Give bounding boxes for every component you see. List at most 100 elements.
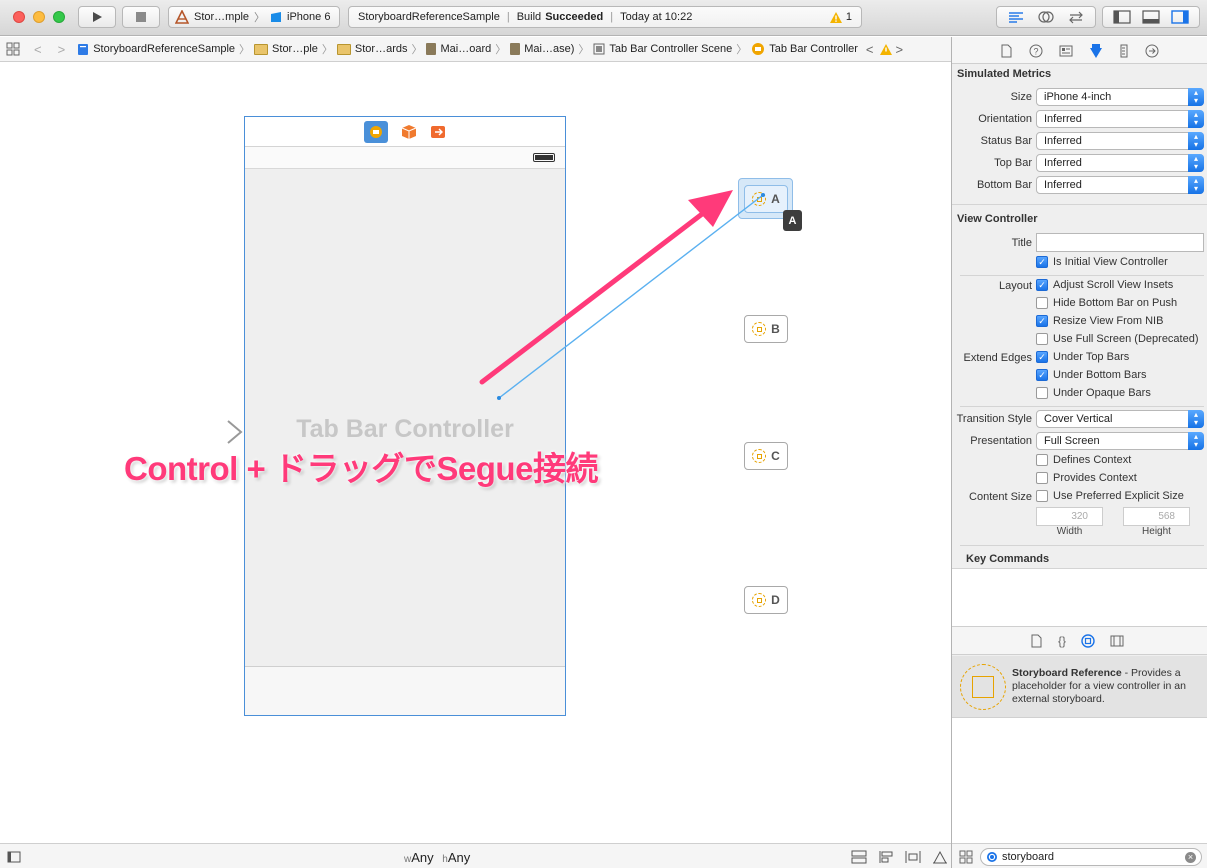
under-top-bars-checkbox[interactable]: ✓ Under Top Bars	[1036, 351, 1129, 363]
size-label: Size	[1010, 91, 1032, 103]
run-button[interactable]	[78, 6, 116, 28]
popup-chevron-icon: ▴ ▾	[1188, 154, 1204, 172]
grid-view-icon[interactable]	[959, 850, 973, 864]
popup-value: Cover Vertical	[1044, 413, 1113, 425]
breadcrumb-label: Tab Bar Controller Scene	[609, 43, 733, 55]
code-snippet-library-icon[interactable]: {}	[1058, 634, 1066, 648]
storyboard-canvas[interactable]: Tab Bar Controller A A B C D Control + ド…	[0, 62, 951, 843]
stop-icon	[136, 12, 146, 22]
breadcrumb-controller[interactable]: Tab Bar Controller	[751, 42, 858, 56]
stop-button[interactable]	[122, 6, 160, 28]
file-inspector-icon[interactable]	[1000, 44, 1013, 58]
orientation-popup[interactable]: Inferred ▴ ▾	[1036, 110, 1204, 128]
status-bar-popup[interactable]: Inferred ▴ ▾	[1036, 132, 1204, 150]
zoom-window-button[interactable]	[53, 11, 65, 23]
library-filter-field[interactable]: storyboard ×	[980, 848, 1202, 866]
layout-tools	[851, 850, 948, 864]
next-issue-icon[interactable]: >	[896, 42, 904, 57]
initial-vc-checkbox[interactable]: ✓ Is Initial View Controller	[1036, 256, 1168, 268]
checkbox-label: Resize View From NIB	[1053, 315, 1164, 327]
breadcrumb-project[interactable]: StoryboardReferenceSample	[77, 43, 235, 56]
checkbox-box	[1036, 297, 1048, 309]
previous-issue-icon[interactable]: <	[866, 42, 874, 57]
width-field[interactable]: 320	[1036, 507, 1103, 526]
check-icon: ✓	[1036, 279, 1048, 291]
object-library-icon[interactable]	[1081, 634, 1095, 648]
activity-project: StoryboardReferenceSample	[358, 11, 500, 23]
breadcrumb-label: Mai…oard	[440, 43, 492, 55]
back-arrow-icon[interactable]: <	[34, 42, 42, 57]
utilities-toggle-icon[interactable]	[1171, 10, 1190, 24]
presentation-popup[interactable]: Full Screen ▴ ▾	[1036, 432, 1204, 450]
breadcrumb-group[interactable]: Stor…ple	[254, 43, 318, 55]
align-icon[interactable]	[878, 850, 894, 864]
file-template-library-icon[interactable]	[1030, 634, 1043, 648]
close-window-button[interactable]	[13, 11, 25, 23]
checkbox-box	[1036, 472, 1048, 484]
media-library-icon[interactable]	[1110, 635, 1124, 647]
checkbox-box	[1036, 387, 1048, 399]
tab-bar-controller-icon	[752, 43, 765, 55]
size-popup[interactable]: iPhone 4-inch ▴ ▾	[1036, 88, 1204, 106]
quick-help-icon[interactable]: ?	[1029, 44, 1043, 58]
navigator-toggle-icon[interactable]	[1113, 10, 1131, 24]
minimize-window-button[interactable]	[33, 11, 45, 23]
clear-filter-icon[interactable]: ×	[1185, 851, 1196, 863]
debug-area-toggle-icon[interactable]	[1142, 10, 1160, 24]
transition-style-popup[interactable]: Cover Vertical ▴ ▾	[1036, 410, 1204, 428]
breadcrumb-storyboard-base[interactable]: Mai…ase)	[510, 43, 574, 55]
related-items-icon[interactable]	[6, 42, 20, 56]
top-bar-popup[interactable]: Inferred ▴ ▾	[1036, 154, 1204, 172]
identity-inspector-icon[interactable]	[1059, 45, 1073, 57]
assistant-editor-icon[interactable]	[1037, 10, 1055, 24]
provides-context-checkbox[interactable]: Provides Context	[1036, 472, 1137, 484]
title-field[interactable]	[1036, 233, 1204, 252]
adjust-insets-checkbox[interactable]: ✓ Adjust Scroll View Insets	[1036, 279, 1173, 291]
outline-toggle-icon[interactable]	[7, 851, 21, 863]
breadcrumb-storyboard[interactable]: Mai…oard	[426, 43, 491, 55]
library-item-title: Storyboard Reference	[1012, 667, 1122, 679]
full-screen-checkbox[interactable]: Use Full Screen (Deprecated)	[1036, 333, 1199, 345]
storyboard-file-icon	[426, 43, 437, 55]
size-inspector-icon[interactable]	[1119, 44, 1129, 58]
library-list-empty	[952, 718, 1207, 843]
defines-context-checkbox[interactable]: Defines Context	[1036, 454, 1131, 466]
standard-editor-icon[interactable]	[1007, 10, 1025, 24]
under-opaque-bars-checkbox[interactable]: Under Opaque Bars	[1036, 387, 1151, 399]
under-bottom-bars-checkbox[interactable]: ✓ Under Bottom Bars	[1036, 369, 1147, 381]
annotation-arrow-shaft	[479, 208, 709, 385]
library-item-storyboard-reference[interactable]: Storyboard Reference - Provides a placeh…	[952, 656, 1207, 718]
breadcrumb-label: Stor…ple	[272, 43, 318, 55]
activity-separator: |	[610, 11, 614, 23]
pin-icon[interactable]	[905, 850, 921, 864]
resize-from-nib-checkbox[interactable]: ✓ Resize View From NIB	[1036, 315, 1163, 327]
height-field[interactable]: 568	[1123, 507, 1190, 526]
hide-bottom-bar-checkbox[interactable]: Hide Bottom Bar on Push	[1036, 297, 1177, 309]
bottom-bar-popup[interactable]: Inferred ▴ ▾	[1036, 176, 1204, 194]
view-toggle-segment	[1102, 6, 1200, 28]
preferred-size-checkbox[interactable]: Use Preferred Explicit Size	[1036, 490, 1184, 502]
size-class-selector[interactable]: wAny hAny	[404, 850, 470, 865]
resolve-layout-icon[interactable]	[932, 850, 948, 864]
simulated-metrics-header: Simulated Metrics	[957, 68, 1052, 80]
stack-icon[interactable]	[851, 850, 867, 864]
connections-inspector-icon[interactable]	[1145, 44, 1159, 58]
chevron-right-icon: 〉	[321, 44, 333, 56]
popup-value: Inferred	[1044, 179, 1082, 191]
warning-indicator[interactable]: 1	[829, 11, 852, 23]
version-editor-icon[interactable]	[1067, 10, 1085, 24]
attributes-inspector-icon[interactable]	[1089, 43, 1103, 59]
chevron-right-icon: 〉	[578, 44, 590, 56]
presentation-label: Presentation	[970, 435, 1032, 447]
section-divider	[960, 545, 1204, 546]
scheme-selector[interactable]: Stor…mple 〉 iPhone 6	[168, 6, 340, 28]
key-commands-table[interactable]	[952, 568, 1207, 627]
breadcrumb-scene[interactable]: Tab Bar Controller Scene	[593, 43, 732, 55]
warning-icon[interactable]	[879, 43, 892, 55]
orientation-label: Orientation	[978, 113, 1032, 125]
warning-count: 1	[845, 11, 852, 23]
filter-search-icon	[987, 852, 997, 862]
forward-arrow-icon[interactable]: >	[58, 42, 66, 57]
breadcrumb-group[interactable]: Stor…ards	[336, 43, 407, 55]
segue-drag-line	[498, 194, 764, 399]
